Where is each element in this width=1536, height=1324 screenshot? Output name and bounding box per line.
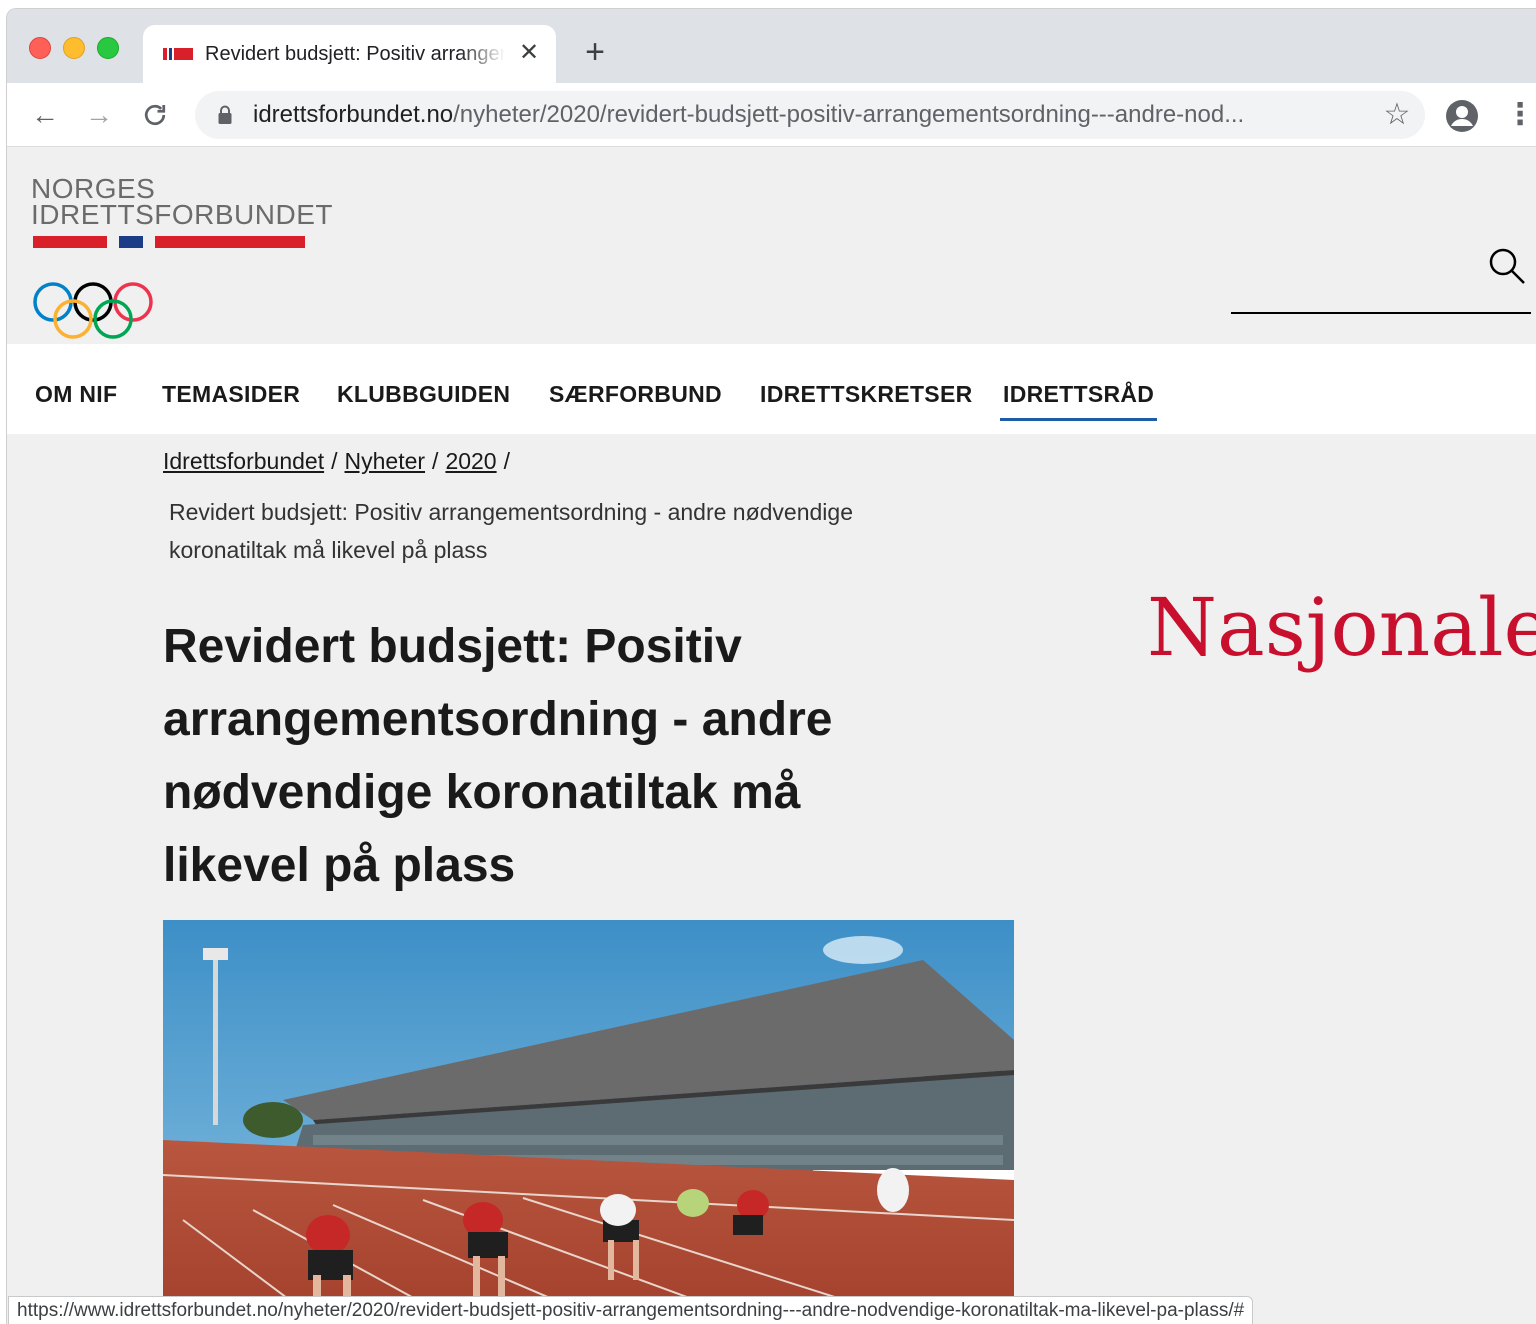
address-bar[interactable]: idrettsforbundet.no/nyheter/2020/revider… xyxy=(195,91,1425,139)
breadcrumb-separator: / xyxy=(432,448,439,474)
url-path: /nyheter/2020/revidert-budsjett-positiv-… xyxy=(453,101,1245,128)
bookmark-star-icon[interactable]: ☆ xyxy=(1379,97,1415,133)
nav-item-saerforbund[interactable]: SÆRFORBUND xyxy=(549,380,722,408)
new-tab-button[interactable]: + xyxy=(577,35,613,71)
tab-strip: Revidert budsjett: Positiv arrangementso… xyxy=(7,9,1536,83)
nav-item-temasider[interactable]: TEMASIDER xyxy=(162,380,300,408)
browser-menu-icon[interactable]: ⋮ xyxy=(1505,99,1535,133)
breadcrumb-separator: / xyxy=(503,448,510,474)
breadcrumb-current-page: Revidert budsjett: Positiv arrangementso… xyxy=(169,499,853,563)
url-host: idrettsforbundet.no xyxy=(253,101,454,128)
nav-item-klubbguiden[interactable]: KLUBBGUIDEN xyxy=(337,380,510,408)
breadcrumb: Idrettsforbundet / Nyheter/2020/ xyxy=(163,446,517,476)
tab-title: Revidert budsjett: Positiv arrangementso… xyxy=(205,43,505,65)
breadcrumb-link-nyheter[interactable]: Nyheter xyxy=(345,448,426,474)
article-headline: Revidert budsjett: Positiv arrangementso… xyxy=(163,620,833,892)
address-url: idrettsforbundet.no/nyheter/2020/revider… xyxy=(253,100,1244,130)
stadium-photo xyxy=(163,920,1014,1324)
close-window-button[interactable] xyxy=(29,37,51,59)
browser-window: Revidert budsjett: Positiv arrangementso… xyxy=(6,8,1536,1324)
article-hero-image xyxy=(163,920,1014,1324)
back-arrow-icon[interactable]: ← xyxy=(27,97,63,133)
nav-item-idrettsrad[interactable]: IDRETTSRÅD xyxy=(999,380,1158,421)
profile-avatar-icon[interactable] xyxy=(1445,99,1479,133)
side-section-title: Nasjonale xyxy=(1147,581,1536,674)
breadcrumb-link-2020[interactable]: 2020 xyxy=(445,448,496,474)
nav-item-om-nif[interactable]: OM NIF xyxy=(35,380,117,408)
breadcrumb-link-idrettsforbundet[interactable]: Idrettsforbundet xyxy=(163,448,324,474)
logo-flag-bars xyxy=(31,236,331,250)
olympic-rings-icon xyxy=(33,282,153,339)
web-page: NORGES IDRETTSFORBUNDET OM NIF TEMASIDER xyxy=(7,148,1536,1324)
lock-icon xyxy=(218,105,232,124)
logo-line-idrettsforbundet: IDRETTSFORBUNDET xyxy=(31,199,333,230)
norway-flag-icon xyxy=(163,48,193,60)
main-navigation: OM NIF TEMASIDER KLUBBGUIDEN SÆRFORBUND … xyxy=(7,344,1536,434)
site-logo[interactable]: NORGES IDRETTSFORBUNDET xyxy=(31,175,333,339)
reload-glyph xyxy=(144,104,166,126)
close-tab-icon[interactable]: ✕ xyxy=(513,37,545,69)
browser-toolbar: ← → idrettsforbundet.no/nyheter/2020/rev… xyxy=(7,83,1536,147)
forward-arrow-icon[interactable]: → xyxy=(81,97,117,133)
minimize-window-button[interactable] xyxy=(63,37,85,59)
maximize-window-button[interactable] xyxy=(97,37,119,59)
reload-icon[interactable] xyxy=(137,97,173,133)
link-status-bar: https://www.idrettsforbundet.no/nyheter/… xyxy=(8,1296,1254,1324)
nav-item-idrettskretser[interactable]: IDRETTSKRETSER xyxy=(760,380,973,408)
browser-tab-active[interactable]: Revidert budsjett: Positiv arrangementso… xyxy=(143,25,556,83)
search-input[interactable] xyxy=(1231,312,1531,314)
search-icon[interactable] xyxy=(1487,246,1527,286)
breadcrumb-separator: / xyxy=(331,448,338,474)
